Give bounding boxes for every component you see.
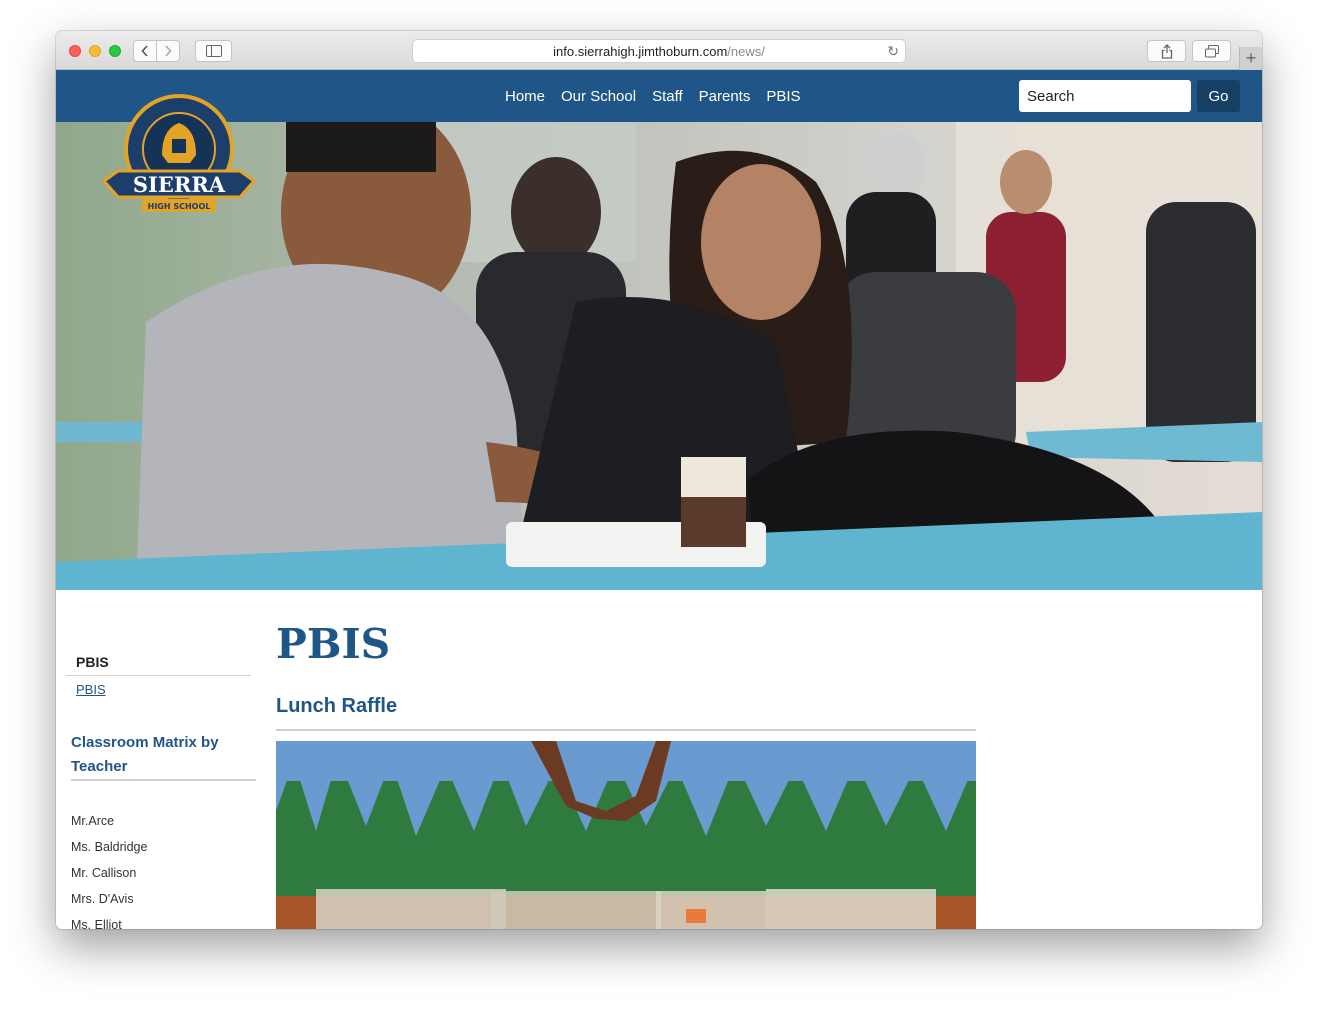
url-path: /news/ (727, 43, 765, 59)
close-window-button[interactable] (69, 45, 81, 57)
new-tab-button[interactable]: + (1239, 47, 1262, 70)
search-go-button[interactable]: Go (1197, 80, 1240, 112)
sidebar-section-heading: PBIS (76, 654, 109, 670)
nav-link-staff[interactable]: Staff (652, 88, 683, 105)
nav-link-pbis[interactable]: PBIS (766, 88, 800, 105)
zoom-window-button[interactable] (109, 45, 121, 57)
logo-subtitle: HIGH SCHOOL (148, 202, 211, 211)
tabs-icon (1204, 44, 1219, 57)
back-button[interactable] (133, 40, 157, 62)
sidebar-divider (71, 779, 256, 781)
sidebar-divider (66, 675, 251, 676)
forward-button[interactable] (156, 40, 180, 62)
url-domain: info.sierrahigh.jimthoburn.com (553, 43, 728, 59)
sidebar-link-pbis[interactable]: PBIS (76, 682, 106, 697)
raffle-photo (276, 741, 976, 929)
tabs-overview-button[interactable] (1192, 40, 1231, 62)
main-nav: Home Our School Staff Parents PBIS (505, 70, 817, 122)
browser-titlebar: info.sierrahigh.jimthoburn.com/news/ ↻ + (56, 31, 1262, 70)
chevron-right-icon (165, 45, 172, 57)
classroom-matrix-heading: Classroom Matrix by Teacher (71, 734, 219, 775)
teacher-list: Mr.Arce Ms. Baldridge Mr. Callison Mrs. … (71, 814, 147, 929)
nav-link-home[interactable]: Home (505, 88, 545, 105)
minimize-window-button[interactable] (89, 45, 101, 57)
teacher-link[interactable]: Mr. Callison (71, 866, 147, 892)
share-icon (1161, 43, 1172, 59)
sidebar-icon (205, 45, 222, 57)
nav-link-our-school[interactable]: Our School (561, 88, 636, 105)
sierra-logo: SIERRA HIGH SCHOOL (101, 94, 257, 212)
teacher-link[interactable]: Ms. Elliot (71, 918, 147, 929)
reload-icon[interactable]: ↻ (887, 43, 899, 60)
nav-link-parents[interactable]: Parents (699, 88, 751, 105)
logo-name: SIERRA (133, 172, 226, 197)
section-title: Lunch Raffle (276, 695, 398, 717)
teacher-link[interactable]: Ms. Baldridge (71, 840, 147, 866)
address-bar[interactable]: info.sierrahigh.jimthoburn.com/news/ ↻ (412, 39, 906, 63)
chevron-left-icon (141, 45, 148, 57)
browser-window: info.sierrahigh.jimthoburn.com/news/ ↻ +… (56, 31, 1262, 929)
teacher-link[interactable]: Mrs. D'Avis (71, 892, 147, 918)
sidebar-toggle-button[interactable] (195, 40, 232, 62)
search-input[interactable] (1019, 80, 1191, 112)
raffle-boxes-photo (276, 741, 976, 929)
teacher-link[interactable]: Mr.Arce (71, 814, 147, 840)
section-divider (276, 729, 976, 731)
page-title: PBIS (276, 620, 391, 668)
share-button[interactable] (1147, 40, 1186, 62)
